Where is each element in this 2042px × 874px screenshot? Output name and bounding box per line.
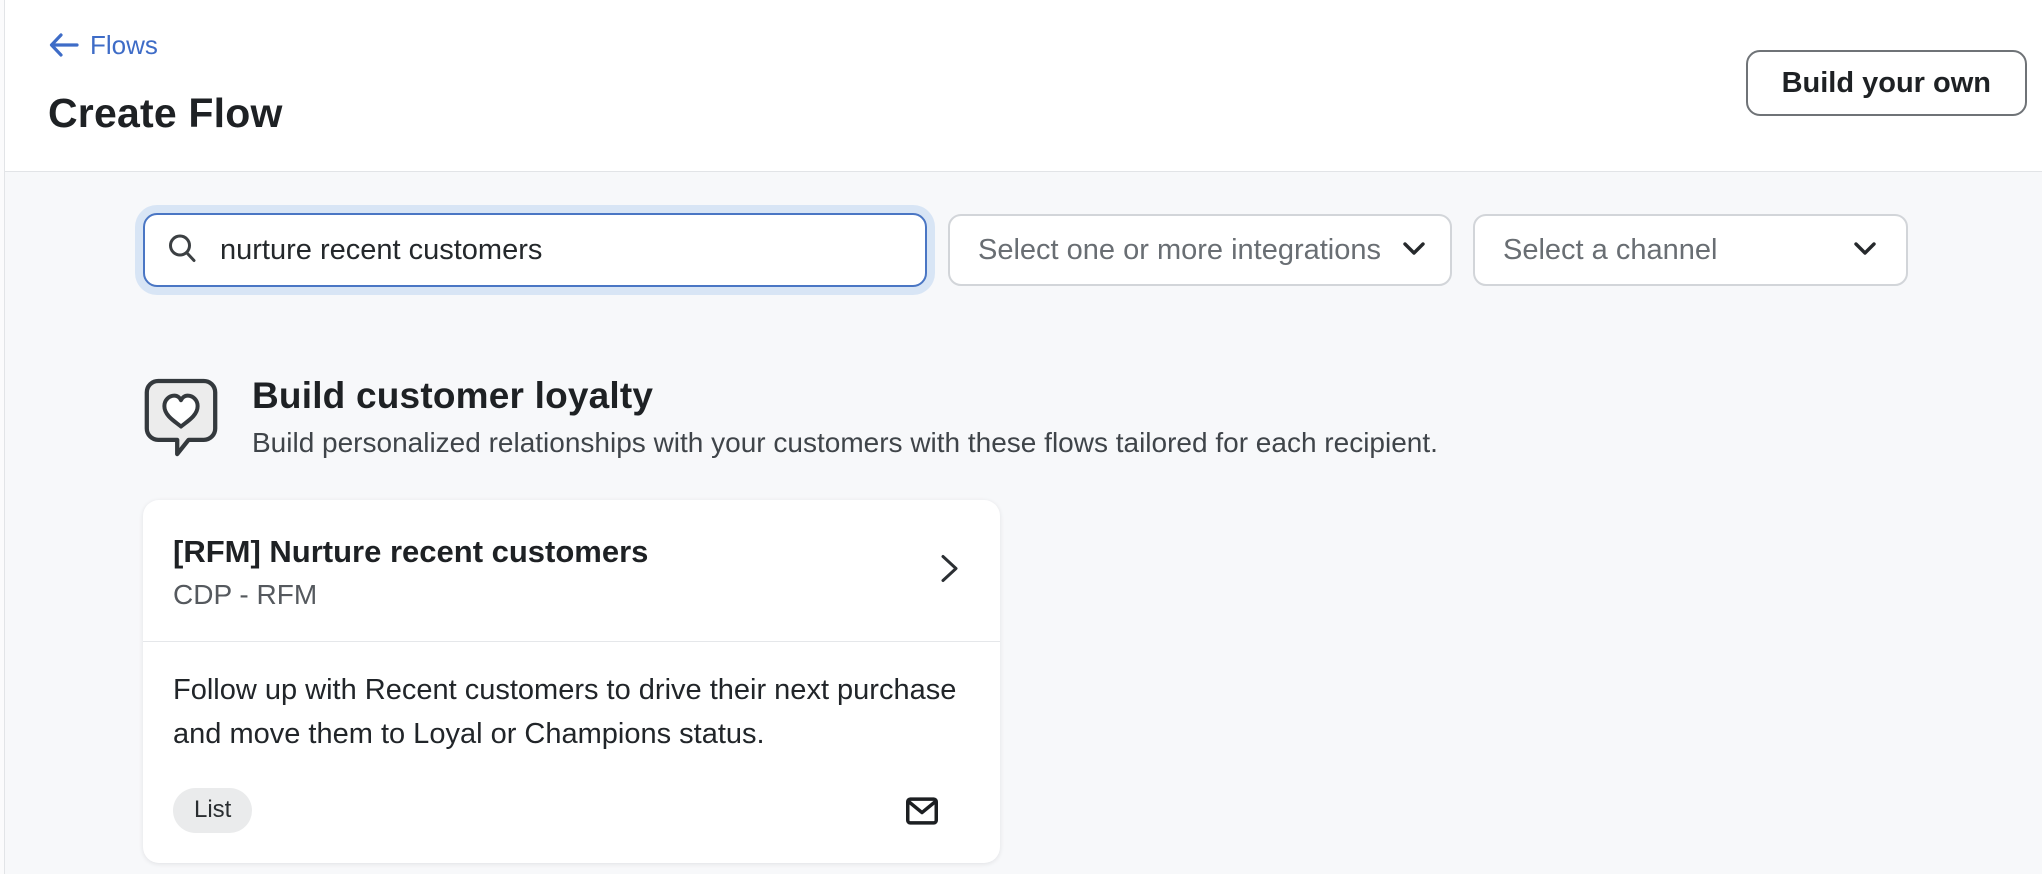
collapsed-sidebar-rail xyxy=(0,0,5,874)
search-icon xyxy=(166,232,198,269)
integrations-select-label: Select one or more integrations xyxy=(978,234,1381,267)
section-text: Build customer loyalty Build personalize… xyxy=(252,375,1438,459)
flow-card-subtitle: CDP - RFM xyxy=(173,579,920,611)
flow-search-field[interactable] xyxy=(143,213,927,287)
flow-template-card: [RFM] Nurture recent customers CDP - RFM… xyxy=(143,500,1000,863)
list-tag-badge: List xyxy=(173,788,252,833)
filter-row: Select one or more integrations Select a… xyxy=(143,213,2042,287)
heart-speech-bubble-icon xyxy=(143,377,219,464)
content-area: Select one or more integrations Select a… xyxy=(0,172,2042,874)
flow-card-title: [RFM] Nurture recent customers xyxy=(173,534,920,570)
build-your-own-button[interactable]: Build your own xyxy=(1746,50,2027,116)
arrow-left-icon xyxy=(48,31,80,59)
integrations-select[interactable]: Select one or more integrations xyxy=(948,214,1452,286)
chevron-down-icon xyxy=(1397,231,1431,270)
back-link-label: Flows xyxy=(90,30,158,60)
back-to-flows-link[interactable]: Flows xyxy=(48,30,158,60)
flow-card-description: Follow up with Recent customers to drive… xyxy=(173,668,970,756)
section-description: Build personalized relationships with yo… xyxy=(252,427,1438,459)
chevron-down-icon xyxy=(1832,231,1882,270)
section-header-build-customer-loyalty: Build customer loyalty Build personalize… xyxy=(143,375,2042,464)
flow-card-body: Follow up with Recent customers to drive… xyxy=(143,642,1000,863)
flow-card-header[interactable]: [RFM] Nurture recent customers CDP - RFM xyxy=(143,500,1000,641)
flow-card-footer: List xyxy=(173,788,970,833)
search-input[interactable] xyxy=(220,215,905,285)
section-title: Build customer loyalty xyxy=(252,375,1438,417)
page-header: Flows Create Flow Build your own xyxy=(0,0,2042,172)
page-title: Create Flow xyxy=(48,90,2042,137)
mail-icon xyxy=(902,792,942,830)
channel-select[interactable]: Select a channel xyxy=(1473,214,1908,286)
chevron-right-icon[interactable] xyxy=(934,547,964,594)
channel-select-label: Select a channel xyxy=(1503,234,1717,267)
